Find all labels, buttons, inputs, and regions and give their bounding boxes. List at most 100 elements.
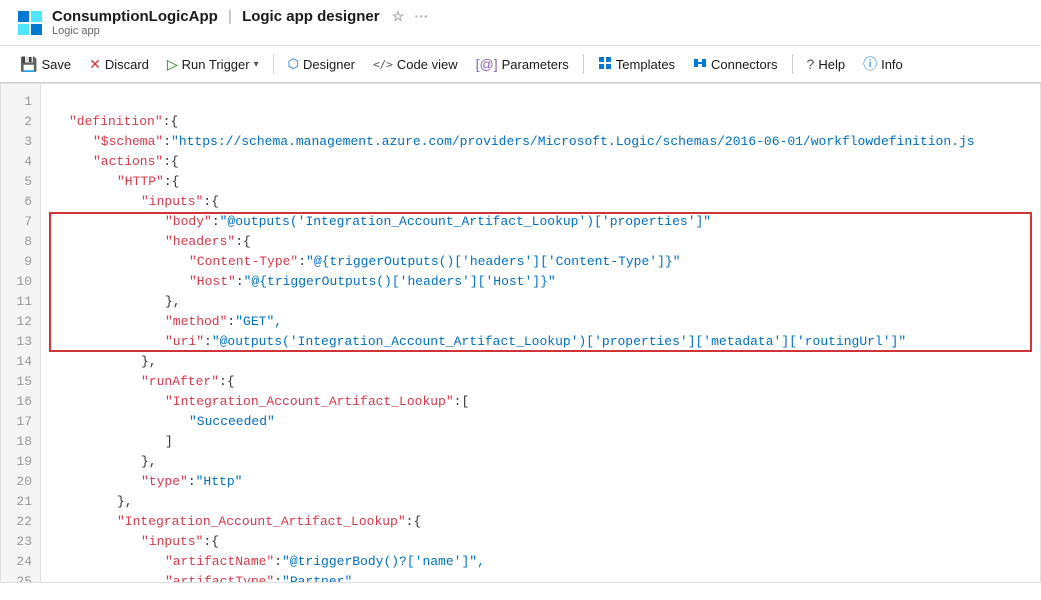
designer-button[interactable]: ⬡ Designer bbox=[280, 52, 363, 76]
code-key: "inputs" bbox=[141, 532, 203, 552]
code-line: "artifactName": "@triggerBody()?['name']… bbox=[41, 552, 1040, 572]
connectors-icon bbox=[693, 56, 707, 72]
code-value: }, bbox=[141, 352, 157, 372]
code-colon: : bbox=[298, 252, 306, 272]
code-colon: : bbox=[188, 472, 196, 492]
line-number: 23 bbox=[1, 532, 40, 552]
line-number: 3 bbox=[1, 132, 40, 152]
help-label: Help bbox=[818, 57, 845, 72]
discard-button[interactable]: ✕ Discard bbox=[81, 53, 157, 76]
code-colon: : bbox=[406, 512, 414, 532]
code-view-icon: </> bbox=[373, 59, 393, 70]
app-logo bbox=[16, 9, 44, 37]
code-colon: : bbox=[454, 392, 462, 412]
code-value: { bbox=[171, 152, 179, 172]
code-key: "definition" bbox=[69, 112, 163, 132]
code-line: "actions": { bbox=[41, 152, 1040, 172]
designer-label: Designer bbox=[303, 57, 355, 72]
line-number: 5 bbox=[1, 172, 40, 192]
info-icon: ⓘ bbox=[863, 57, 877, 71]
code-line: "body": "@outputs('Integration_Account_A… bbox=[41, 212, 1040, 232]
code-view-label: Code view bbox=[397, 57, 458, 72]
info-button[interactable]: ⓘ Info bbox=[855, 53, 911, 76]
code-colon: : bbox=[212, 212, 220, 232]
code-line bbox=[41, 92, 1040, 112]
code-line: "Content-Type": "@{triggerOutputs()['hea… bbox=[41, 252, 1040, 272]
line-number: 11 bbox=[1, 292, 40, 312]
templates-label: Templates bbox=[616, 57, 675, 72]
line-number: 24 bbox=[1, 552, 40, 572]
save-button[interactable]: 💾 Save bbox=[12, 53, 79, 76]
code-colon: : bbox=[204, 332, 212, 352]
code-line: }, bbox=[41, 452, 1040, 472]
code-colon: : bbox=[163, 152, 171, 172]
toolbar-divider-2 bbox=[583, 54, 584, 74]
code-value: { bbox=[170, 112, 178, 132]
ellipsis-icon[interactable]: ··· bbox=[415, 8, 429, 24]
line-number: 19 bbox=[1, 452, 40, 472]
code-value: "@{triggerOutputs()['headers']['Host']}" bbox=[244, 272, 556, 292]
discard-icon: ✕ bbox=[89, 57, 101, 71]
code-value: }, bbox=[141, 452, 157, 472]
parameters-button[interactable]: [@] Parameters bbox=[468, 53, 577, 76]
code-value: { bbox=[413, 512, 421, 532]
code-line: "inputs": { bbox=[41, 192, 1040, 212]
editor-container: 1234567891011121314151617181920212223242… bbox=[0, 83, 1041, 583]
code-key: "Integration_Account_Artifact_Lookup" bbox=[117, 512, 406, 532]
title-bar-text: ConsumptionLogicApp | Logic app designer… bbox=[52, 8, 429, 37]
line-number: 22 bbox=[1, 512, 40, 532]
code-view-button[interactable]: </> Code view bbox=[365, 53, 466, 76]
line-number: 4 bbox=[1, 152, 40, 172]
code-key: "headers" bbox=[165, 232, 235, 252]
code-key: "actions" bbox=[93, 152, 163, 172]
code-value: { bbox=[211, 192, 219, 212]
code-value: "@{triggerOutputs()['headers']['Content-… bbox=[306, 252, 680, 272]
save-label: Save bbox=[41, 57, 71, 72]
code-value: "@triggerBody()?['name']", bbox=[282, 552, 485, 572]
code-line: }, bbox=[41, 352, 1040, 372]
code-colon: : bbox=[274, 552, 282, 572]
code-value: ] bbox=[165, 432, 173, 452]
code-key: "Content-Type" bbox=[189, 252, 298, 272]
toolbar-divider-3 bbox=[792, 54, 793, 74]
code-line: "inputs": { bbox=[41, 532, 1040, 552]
code-colon: : bbox=[227, 312, 235, 332]
title-separator: | bbox=[228, 8, 232, 25]
code-line: "type": "Http" bbox=[41, 472, 1040, 492]
code-colon: : bbox=[236, 272, 244, 292]
code-line: "runAfter": { bbox=[41, 372, 1040, 392]
designer-label: Logic app designer bbox=[242, 8, 380, 25]
line-number: 8 bbox=[1, 232, 40, 252]
code-colon: : bbox=[274, 572, 282, 582]
parameters-label: Parameters bbox=[502, 57, 569, 72]
line-number: 10 bbox=[1, 272, 40, 292]
code-value: "Succeeded" bbox=[189, 412, 275, 432]
line-number: 17 bbox=[1, 412, 40, 432]
code-line: "Succeeded" bbox=[41, 412, 1040, 432]
code-line: ] bbox=[41, 432, 1040, 452]
code-value: { bbox=[227, 372, 235, 392]
code-value: "Partner" bbox=[282, 572, 352, 582]
code-value: "@outputs('Integration_Account_Artifact_… bbox=[220, 212, 711, 232]
run-trigger-button[interactable]: ▷ Run Trigger ▾ bbox=[159, 53, 267, 76]
discard-label: Discard bbox=[105, 57, 149, 72]
connectors-button[interactable]: Connectors bbox=[685, 52, 785, 76]
help-button[interactable]: ? Help bbox=[799, 53, 854, 76]
app-name: ConsumptionLogicApp bbox=[52, 8, 218, 25]
code-value: { bbox=[211, 532, 219, 552]
info-label: Info bbox=[881, 57, 903, 72]
code-value: "Http" bbox=[196, 472, 243, 492]
line-number: 21 bbox=[1, 492, 40, 512]
line-number: 25 bbox=[1, 572, 40, 582]
line-number: 9 bbox=[1, 252, 40, 272]
line-number: 13 bbox=[1, 332, 40, 352]
code-key: "type" bbox=[141, 472, 188, 492]
code-area[interactable]: "definition": {"$schema": "https://schem… bbox=[41, 84, 1040, 582]
star-icon[interactable]: ☆ bbox=[392, 8, 405, 24]
code-key: "uri" bbox=[165, 332, 204, 352]
save-icon: 💾 bbox=[20, 57, 37, 71]
templates-button[interactable]: Templates bbox=[590, 52, 683, 76]
line-number: 1 bbox=[1, 92, 40, 112]
code-colon: : bbox=[203, 192, 211, 212]
app-subtitle: Logic app bbox=[52, 25, 429, 37]
